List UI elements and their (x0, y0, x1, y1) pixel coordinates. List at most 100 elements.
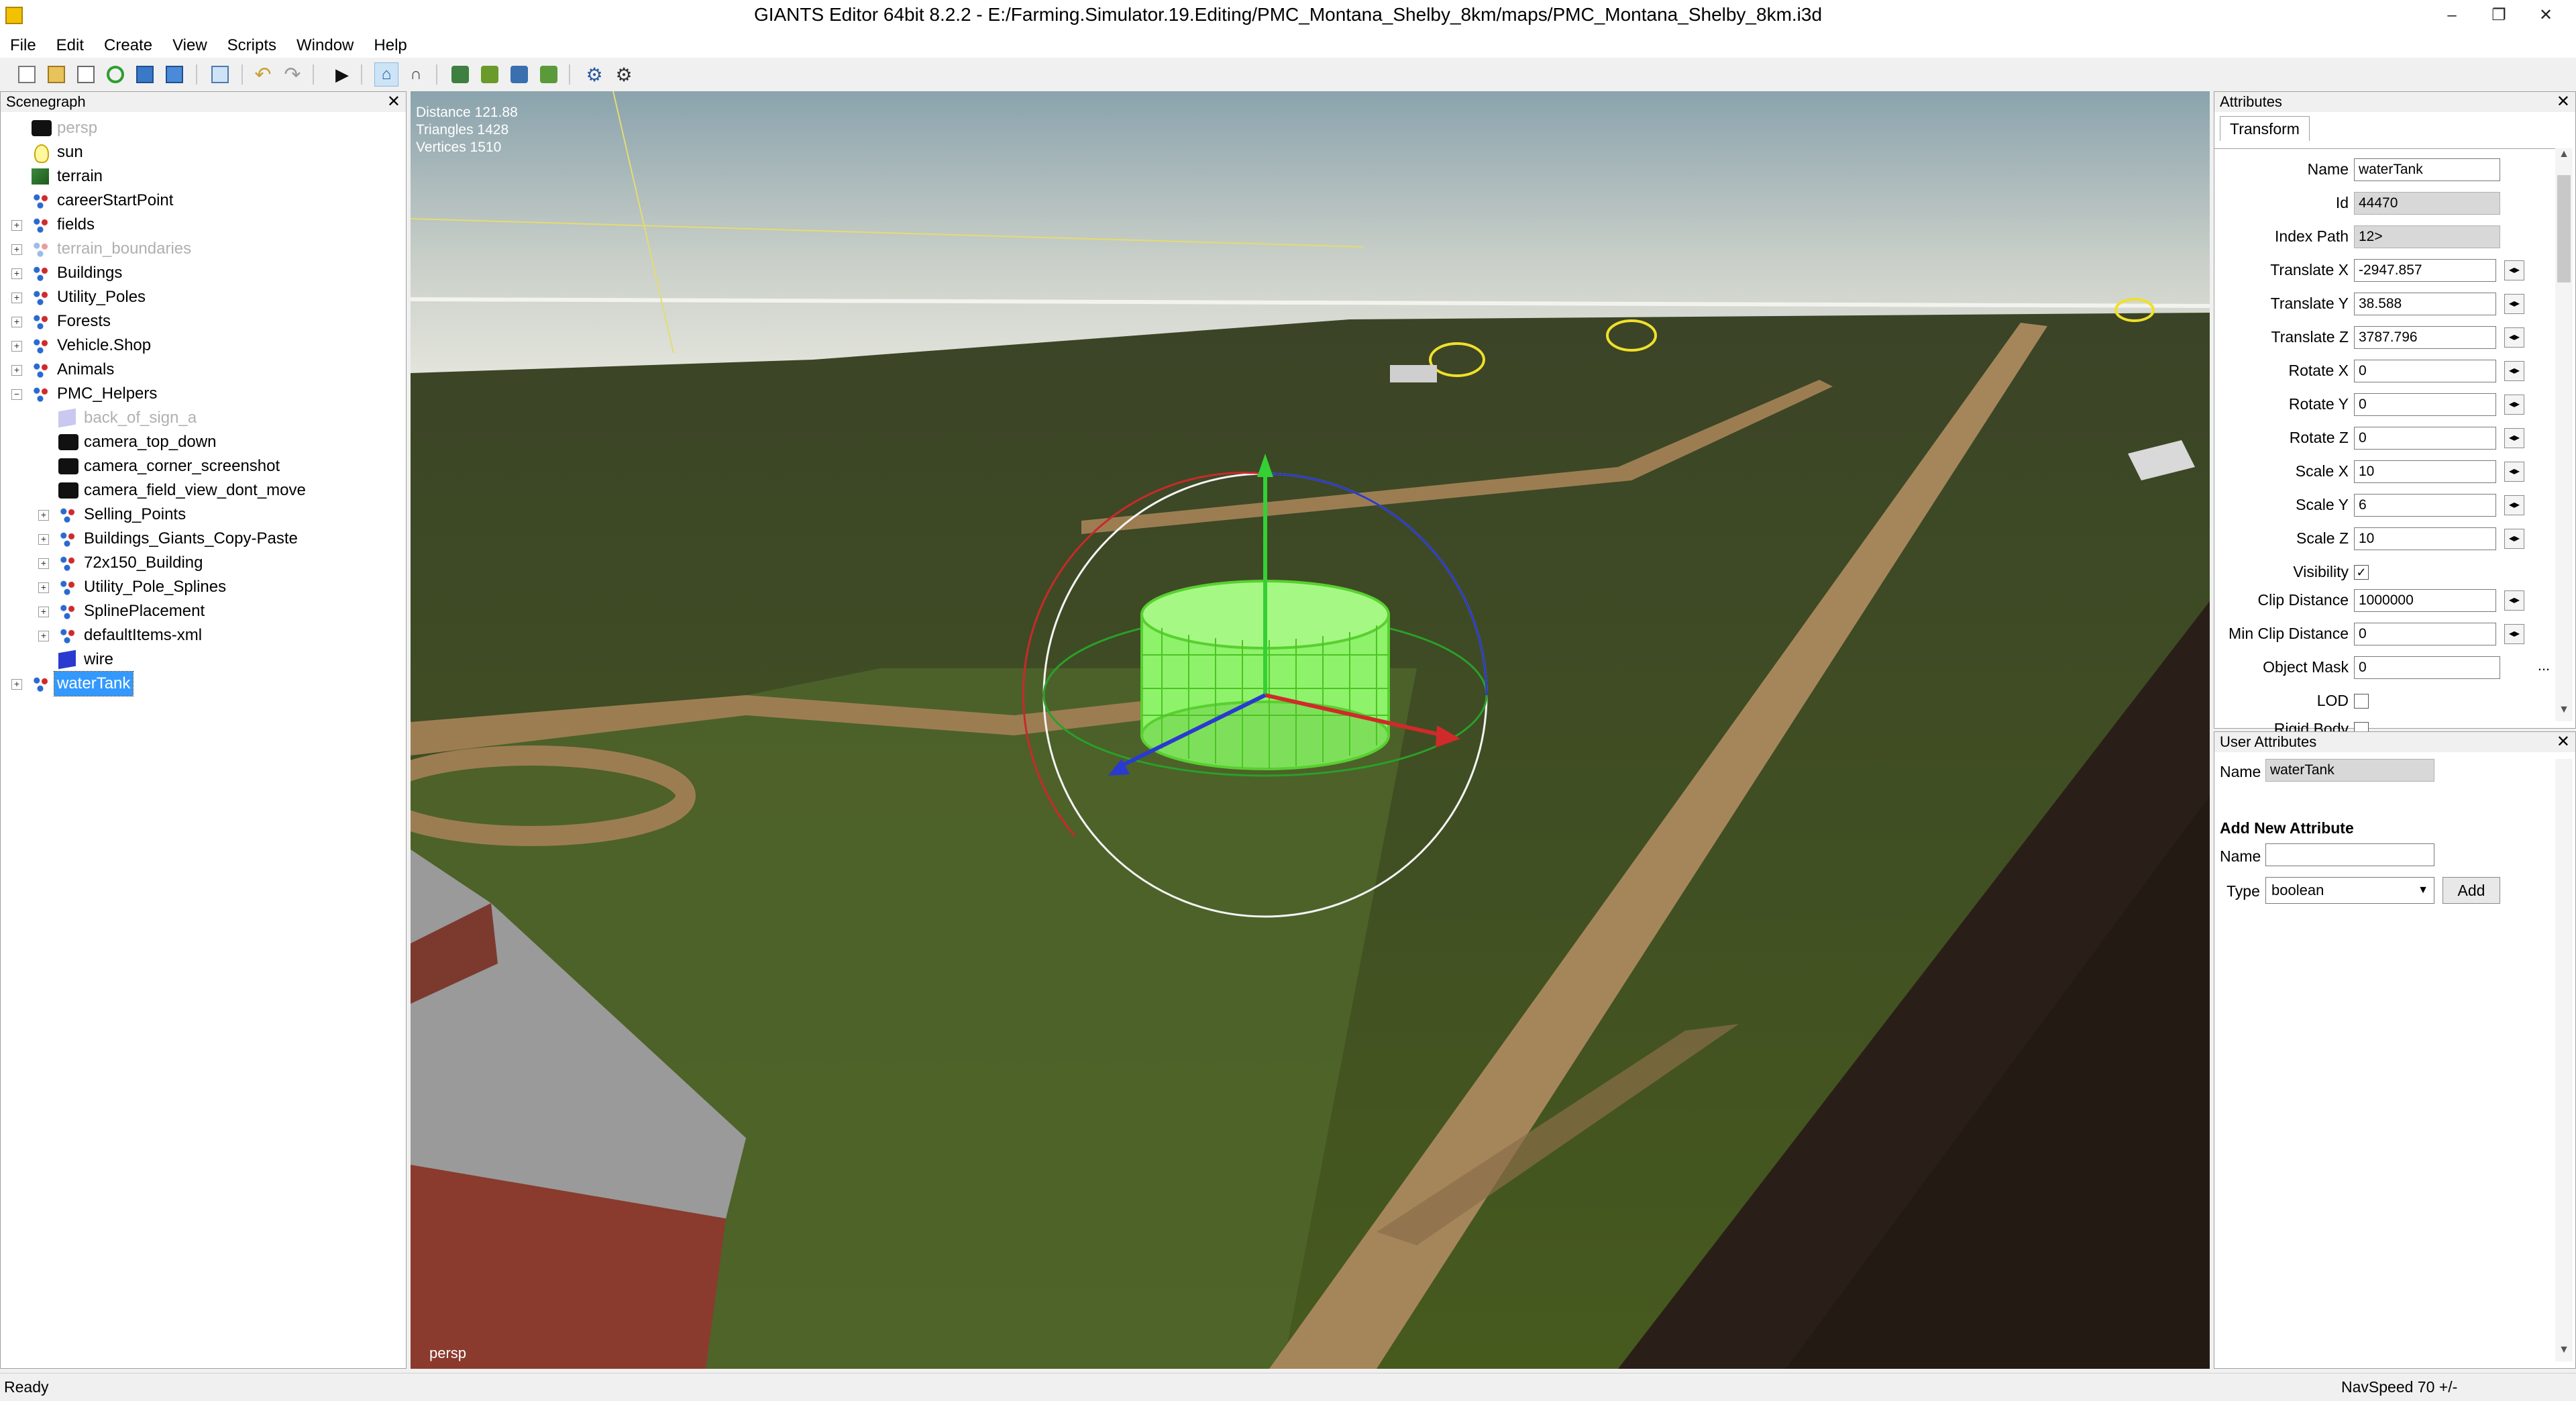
save-as-button[interactable] (162, 62, 186, 87)
menu-scripts[interactable]: Scripts (217, 34, 286, 58)
scenegraph-node[interactable]: wire (38, 647, 414, 672)
add-attribute-button[interactable]: Add (2443, 877, 2500, 904)
expand-icon[interactable]: + (38, 510, 49, 521)
spin-arrows-icon[interactable]: ◂▸ (2504, 590, 2524, 611)
navigation-button[interactable]: ⚙ (582, 62, 606, 87)
menu-edit[interactable]: Edit (46, 34, 94, 58)
scenegraph-node[interactable]: + fields (11, 213, 387, 237)
attribute-checkbox[interactable] (2354, 694, 2369, 709)
scenegraph-node[interactable]: + Buildings (11, 261, 387, 285)
settings-button[interactable]: ⚙ (612, 62, 636, 87)
scenegraph-node[interactable]: − PMC_Helpers (11, 382, 387, 406)
restore-button[interactable]: ❐ (2475, 0, 2522, 31)
expand-icon[interactable]: + (11, 317, 22, 327)
attribute-field[interactable]: 0 (2354, 623, 2496, 645)
scenegraph-node[interactable]: + waterTank (11, 671, 387, 696)
expand-icon[interactable]: + (38, 582, 49, 593)
new-file-button[interactable] (15, 62, 39, 87)
reload-button[interactable] (103, 62, 127, 87)
scenegraph-node[interactable]: + Vehicle.Shop (11, 333, 387, 358)
menu-view[interactable]: View (162, 34, 217, 58)
spin-arrows-icon[interactable]: ◂▸ (2504, 462, 2524, 482)
open-button[interactable] (44, 62, 68, 87)
new-attribute-name-input[interactable] (2265, 843, 2434, 866)
spin-arrows-icon[interactable]: ◂▸ (2504, 294, 2524, 314)
scenegraph-close-button[interactable]: ✕ (387, 92, 400, 112)
menu-window[interactable]: Window (286, 34, 364, 58)
foliage-paint-button[interactable] (507, 62, 531, 87)
expand-icon[interactable]: + (11, 268, 22, 279)
scenegraph-node[interactable]: + Selling_Points (38, 503, 414, 527)
scenegraph-node[interactable]: back_of_sign_a (38, 406, 414, 430)
scenegraph-node[interactable]: + Buildings_Giants_Copy-Paste (38, 527, 414, 551)
foliage-button[interactable] (537, 62, 561, 87)
tab-transform[interactable]: Transform (2220, 116, 2310, 141)
snap-button[interactable]: ∩ (404, 62, 428, 87)
3d-viewport[interactable]: Distance 121.88 Triangles 1428 Vertices … (411, 91, 2210, 1369)
attribute-field[interactable]: 3787.796 (2354, 326, 2496, 349)
scenegraph-node[interactable]: + defaultItems-xml (38, 623, 414, 647)
attribute-field[interactable]: 6 (2354, 494, 2496, 517)
attribute-field[interactable]: 10 (2354, 460, 2496, 483)
scenegraph-node[interactable]: terrain (11, 164, 387, 189)
spin-arrows-icon[interactable]: ◂▸ (2504, 495, 2524, 515)
scroll-up-icon[interactable]: ▲ (2555, 148, 2573, 166)
menu-file[interactable]: File (0, 34, 46, 58)
scroll-thumb[interactable] (2557, 175, 2571, 282)
expand-icon[interactable]: + (11, 679, 22, 690)
scroll-down-icon[interactable]: ▼ (2555, 704, 2573, 721)
attribute-type-select[interactable]: boolean ▼ (2265, 877, 2434, 904)
attribute-field[interactable]: -2947.857 (2354, 259, 2496, 282)
spin-arrows-icon[interactable]: ◂▸ (2504, 395, 2524, 415)
attribute-field[interactable]: 0 (2354, 360, 2496, 382)
expand-icon[interactable]: + (11, 365, 22, 376)
spin-arrows-icon[interactable]: ◂▸ (2504, 327, 2524, 348)
menu-help[interactable]: Help (364, 34, 417, 58)
scenegraph-node[interactable]: + Utility_Poles (11, 285, 387, 309)
attributes-scrollbar[interactable]: ▲ ▼ (2555, 148, 2573, 721)
scenegraph-node[interactable]: + Utility_Pole_Splines (38, 575, 414, 599)
terrain-sculpt-button[interactable] (448, 62, 472, 87)
scenegraph-node[interactable]: + terrain_boundaries (11, 237, 387, 261)
attribute-field[interactable]: waterTank (2354, 158, 2500, 181)
spin-arrows-icon[interactable]: ◂▸ (2504, 529, 2524, 549)
scenegraph-node[interactable]: camera_top_down (38, 430, 414, 454)
play-button[interactable]: ▶ (330, 62, 354, 87)
edit-file-button[interactable] (74, 62, 98, 87)
expand-icon[interactable]: + (11, 244, 22, 255)
attribute-field[interactable]: 10 (2354, 527, 2496, 550)
minimize-button[interactable]: – (2428, 0, 2475, 31)
collapse-icon[interactable]: − (11, 389, 22, 400)
spin-arrows-icon[interactable]: ◂▸ (2504, 428, 2524, 448)
scenegraph-node[interactable]: sun (11, 140, 387, 164)
scenegraph-node[interactable]: + Animals (11, 358, 387, 382)
expand-icon[interactable]: + (38, 558, 49, 569)
menu-create[interactable]: Create (94, 34, 162, 58)
save-button[interactable] (133, 62, 157, 87)
scenegraph-node[interactable]: + Forests (11, 309, 387, 333)
expand-icon[interactable]: + (38, 534, 49, 545)
user-attributes-scrollbar[interactable]: ▼ (2555, 759, 2573, 1361)
attribute-checkbox[interactable]: ✓ (2354, 565, 2369, 580)
terrain-paint-button[interactable] (478, 62, 502, 87)
select-mode-button[interactable]: ⌂ (374, 62, 398, 87)
spin-arrows-icon[interactable]: ◂▸ (2504, 624, 2524, 644)
scenegraph-node[interactable]: + SplinePlacement (38, 599, 414, 623)
user-attributes-close-button[interactable]: ✕ (2557, 732, 2570, 752)
undo-button[interactable]: ↶ (251, 62, 275, 87)
attribute-field[interactable]: 0 (2354, 427, 2496, 450)
scenegraph-node[interactable]: persp (11, 116, 387, 140)
attribute-field[interactable]: 0 (2354, 656, 2500, 679)
spin-arrows-icon[interactable]: ◂▸ (2504, 361, 2524, 381)
expand-icon[interactable]: + (38, 631, 49, 641)
scroll-down-icon[interactable]: ▼ (2555, 1344, 2573, 1361)
close-button[interactable]: ✕ (2522, 0, 2569, 31)
expand-icon[interactable]: + (11, 293, 22, 303)
scenegraph-node[interactable]: careerStartPoint (11, 189, 387, 213)
scenegraph-node[interactable]: camera_corner_screenshot (38, 454, 414, 478)
expand-icon[interactable]: + (11, 220, 22, 231)
attribute-field[interactable]: 38.588 (2354, 293, 2496, 315)
redo-button[interactable]: ↷ (280, 62, 305, 87)
scenegraph-node[interactable]: camera_field_view_dont_move (38, 478, 414, 503)
spin-arrows-icon[interactable]: ◂▸ (2504, 260, 2524, 280)
